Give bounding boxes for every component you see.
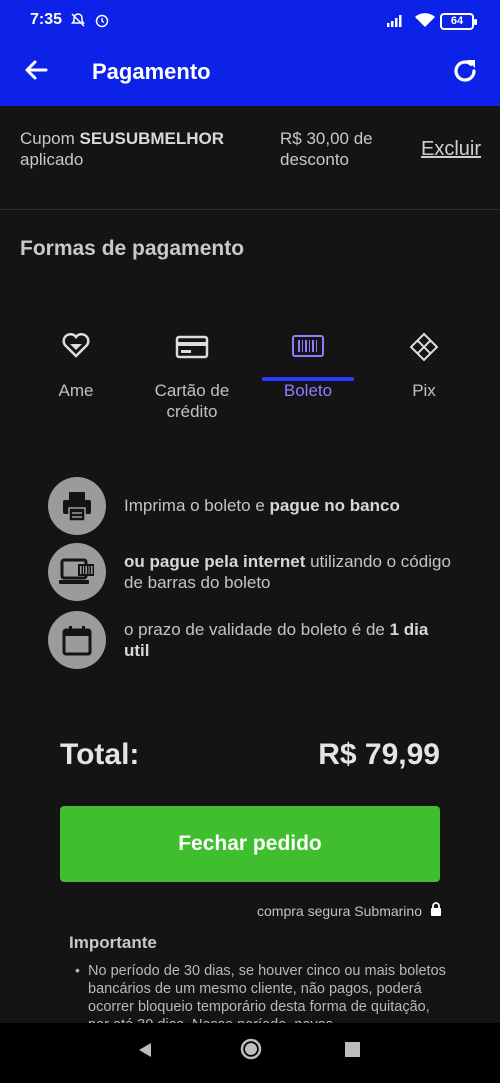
tab-credit-card[interactable]: Cartão de crédito [134, 320, 250, 422]
payment-methods-title: Formas de pagamento [20, 237, 245, 260]
status-time: 7:35 [30, 11, 63, 28]
barcode-icon [250, 332, 366, 360]
remove-coupon-link[interactable]: Excluir [421, 138, 481, 161]
coupon-suffix: aplicado [20, 150, 84, 169]
alarm-icon [94, 12, 110, 33]
info-text-part: Imprima o boleto e [124, 496, 270, 515]
bullet: • [75, 962, 80, 978]
info-text-bold: ou pague pela internet [124, 552, 306, 571]
coupon-text: Cupom SEUSUBMELHOR aplicado [20, 128, 230, 170]
important-text: No período de 30 dias, se houver cinco o… [88, 963, 446, 1024]
tab-boleto[interactable]: Boleto [250, 320, 366, 401]
system-nav-bar [0, 1023, 500, 1083]
tab-ame[interactable]: Ame [18, 320, 134, 401]
app-bar: Pagamento [0, 36, 500, 106]
nav-back-icon[interactable] [136, 1041, 154, 1064]
info-text: Imprima o boleto e pague no banco [124, 495, 454, 516]
status-bar: 7:35 64 [0, 0, 500, 36]
info-text: ou pague pela internet utilizando o códi… [124, 551, 454, 593]
wifi-icon [414, 12, 436, 33]
important-title: Importante [69, 933, 157, 952]
tab-label: Cartão de crédito [154, 381, 230, 421]
secure-label: compra segura Submarino [257, 903, 422, 919]
notifications-off-icon [70, 12, 86, 33]
coupon-prefix: Cupom [20, 129, 80, 148]
tab-label: Ame [58, 381, 94, 400]
lock-icon [430, 902, 442, 920]
total-label: Total: [60, 738, 140, 771]
total-value: R$ 79,99 [318, 738, 440, 771]
back-arrow-icon[interactable] [22, 56, 50, 84]
payment-tabs: Ame Cartão de crédito Boleto Pix [18, 320, 482, 440]
coupon-section: Cupom SEUSUBMELHOR aplicado R$ 30,00 de … [0, 106, 500, 210]
info-text: o prazo de validade do boleto é de 1 dia… [124, 619, 454, 661]
tab-label: Pix [412, 381, 436, 400]
tab-label: Boleto [283, 381, 333, 400]
secure-purchase: compra segura Submarino [257, 902, 442, 920]
checkout-button[interactable]: Fechar pedido [60, 806, 440, 882]
refresh-icon[interactable] [450, 56, 480, 86]
calendar-icon [48, 611, 106, 669]
tab-pix[interactable]: Pix [366, 320, 482, 401]
page-title: Pagamento [92, 59, 211, 84]
pix-icon [366, 332, 482, 362]
printer-icon [48, 477, 106, 535]
laptop-barcode-icon [48, 543, 106, 601]
nav-recents-icon[interactable] [345, 1042, 360, 1062]
coupon-code: SEUSUBMELHOR [79, 129, 225, 148]
signal-icon [386, 12, 406, 33]
active-tab-indicator [262, 377, 354, 381]
heart-icon [18, 332, 134, 360]
info-text-bold: pague no banco [269, 496, 400, 515]
battery-indicator: 64 [440, 13, 477, 30]
nav-home-icon[interactable] [239, 1037, 263, 1066]
credit-card-icon [134, 332, 250, 360]
info-text-part: o prazo de validade do boleto é de [124, 620, 390, 639]
coupon-discount: R$ 30,00 de desconto [280, 129, 373, 169]
